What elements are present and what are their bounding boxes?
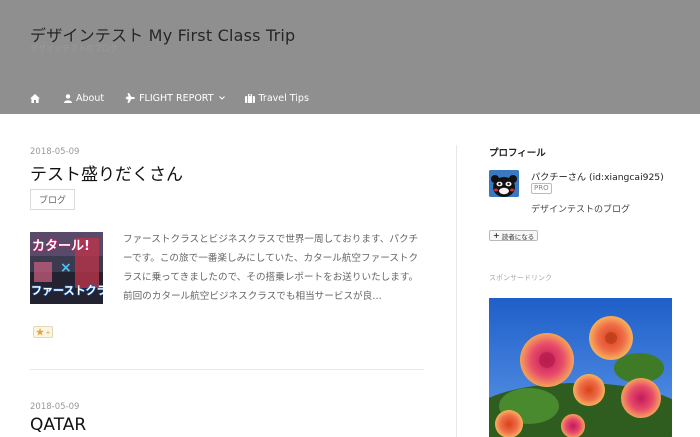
airplane-icon [124,93,135,103]
post-divider [30,369,424,370]
nav-item-travel-tips[interactable]: Travel Tips [244,92,309,104]
category-tag[interactable]: ブログ [30,189,76,210]
suitcase-icon [244,93,255,103]
thumbnail-text-3: ファーストクラ [31,284,103,297]
person-icon [64,93,72,103]
roses-photo [489,298,672,437]
profile-name[interactable]: パクチーさん (id:xiangcai925) [531,169,664,183]
thumbnail-text-2: × [60,260,72,276]
chevron-down-icon [218,96,225,100]
post-title[interactable]: テスト盛りだくさん [30,160,183,185]
global-nav: About FLIGHT REPORT Travel Tips [30,91,329,105]
subscribe-label: 読者になる [501,232,535,241]
post-thumbnail[interactable]: カタール! × ファーストクラ [30,232,103,304]
profile-heading: プロフィール [489,148,546,159]
post-excerpt: ファーストクラスとビジネスクラスで世界一周しております、パクチーです。この旅で一… [123,234,419,302]
nav-item-flight-report[interactable]: FLIGHT REPORT [124,92,225,104]
avatar[interactable] [489,170,519,197]
home-icon [30,93,40,103]
subscribe-button[interactable]: + 読者になる [489,230,539,241]
post-date: 2018-05-09 [30,147,80,157]
content-sidebar-divider [456,145,457,437]
svg-text:+: + [46,330,51,337]
star-button[interactable]: + [33,326,53,338]
thumbnail-image: カタール! × ファーストクラ [30,232,103,304]
site-description: デザインテストのブログ [30,44,118,53]
nav-home[interactable] [30,93,44,103]
profile-description: デザインテストのブログ [531,205,631,215]
sponsor-label: スポンサードリンク [489,274,552,282]
nav-item-about[interactable]: About [64,93,104,104]
post-date: 2018-05-09 [30,402,80,412]
site-header: デザインテスト My First Class Trip デザインテストのブログ … [0,0,700,114]
nav-item-label: FLIGHT REPORT [139,92,214,104]
thumbnail-text-1: カタール! [32,239,90,254]
ad-image[interactable] [489,298,672,437]
post-title[interactable]: QATAR [30,415,86,435]
pro-badge: PRO [531,183,552,194]
nav-item-label: Travel Tips [258,92,309,104]
star-icon: + [36,328,50,336]
plus-icon: + [493,230,500,240]
avatar-image [489,170,519,197]
nav-item-label: About [76,92,105,104]
